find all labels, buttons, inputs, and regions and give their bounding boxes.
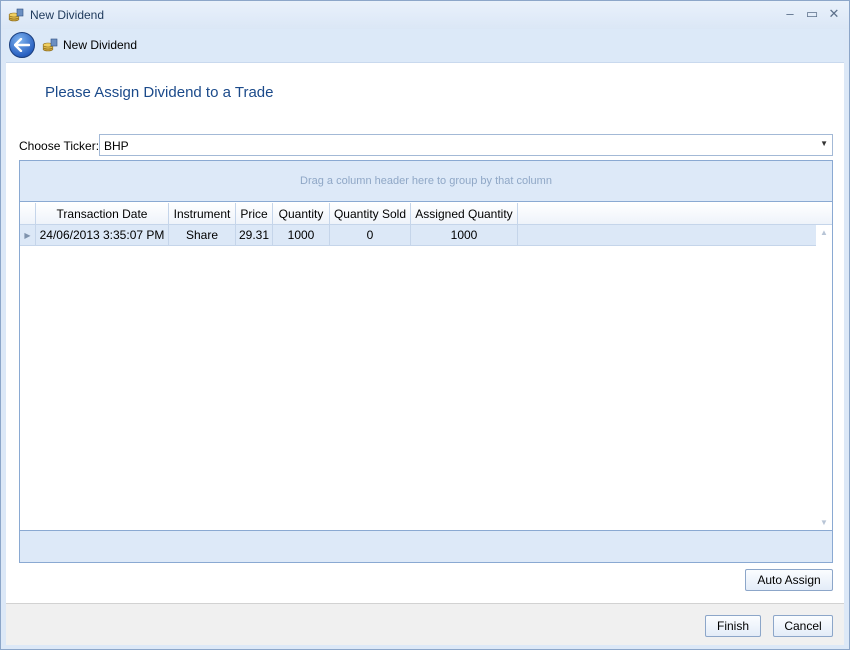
window-title: New Dividend xyxy=(30,8,105,22)
group-by-hint: Drag a column header here to group by th… xyxy=(300,175,552,187)
row-indicator-header xyxy=(20,203,36,225)
maximize-icon[interactable]: ▭ xyxy=(805,6,819,22)
chevron-down-icon[interactable]: ▼ xyxy=(820,139,828,148)
main-content: Please Assign Dividend to a Trade Choose… xyxy=(6,63,844,603)
title-bar: New Dividend – ▭ ✕ xyxy=(1,1,849,29)
column-header-transaction-date[interactable]: Transaction Date xyxy=(36,203,169,225)
ticker-dropdown[interactable]: BHP ▼ xyxy=(99,134,833,156)
cancel-button[interactable]: Cancel xyxy=(773,615,833,637)
dividend-app-icon xyxy=(8,8,24,22)
group-by-panel[interactable]: Drag a column header here to group by th… xyxy=(20,161,832,202)
window: New Dividend – ▭ ✕ New Dividend Please A… xyxy=(0,0,850,650)
column-header-price[interactable]: Price xyxy=(236,203,273,225)
column-header-quantity[interactable]: Quantity xyxy=(273,203,330,225)
cell-price[interactable]: 29.31 xyxy=(236,225,273,246)
scroll-up-icon[interactable]: ▲ xyxy=(820,228,828,237)
minimize-icon[interactable]: – xyxy=(783,6,797,22)
trades-grid: Drag a column header here to group by th… xyxy=(19,160,833,563)
row-indicator-icon: ▶ xyxy=(20,225,36,246)
cell-assigned-quantity[interactable]: 1000 xyxy=(411,225,518,246)
auto-assign-button[interactable]: Auto Assign xyxy=(745,569,833,591)
finish-button[interactable]: Finish xyxy=(705,615,761,637)
column-header-assigned-quantity[interactable]: Assigned Quantity xyxy=(411,203,518,225)
grid-header: Transaction Date Instrument Price Quanti… xyxy=(20,203,832,225)
page-heading: Please Assign Dividend to a Trade xyxy=(45,84,274,101)
nav-title: New Dividend xyxy=(63,38,138,52)
table-row[interactable]: ▶ 24/06/2013 3:35:07 PM Share 29.31 1000… xyxy=(20,225,816,246)
grid-footer xyxy=(20,530,832,562)
bottom-bar: Finish Cancel xyxy=(6,603,844,645)
ticker-label: Choose Ticker: xyxy=(19,139,100,153)
ticker-value: BHP xyxy=(104,139,129,153)
back-button[interactable] xyxy=(9,32,35,58)
cell-quantity-sold[interactable]: 0 xyxy=(330,225,411,246)
column-header-instrument[interactable]: Instrument xyxy=(169,203,236,225)
column-header-quantity-sold[interactable]: Quantity Sold xyxy=(330,203,411,225)
navigation-bar: New Dividend xyxy=(6,29,844,63)
scroll-down-icon[interactable]: ▼ xyxy=(820,518,828,527)
close-icon[interactable]: ✕ xyxy=(827,6,841,22)
cell-instrument[interactable]: Share xyxy=(169,225,236,246)
cell-quantity[interactable]: 1000 xyxy=(273,225,330,246)
cell-transaction-date[interactable]: 24/06/2013 3:35:07 PM xyxy=(36,225,169,246)
dividend-icon xyxy=(42,38,58,52)
vertical-scrollbar[interactable]: ▲ ▼ xyxy=(817,225,832,530)
back-arrow-icon xyxy=(14,38,30,52)
